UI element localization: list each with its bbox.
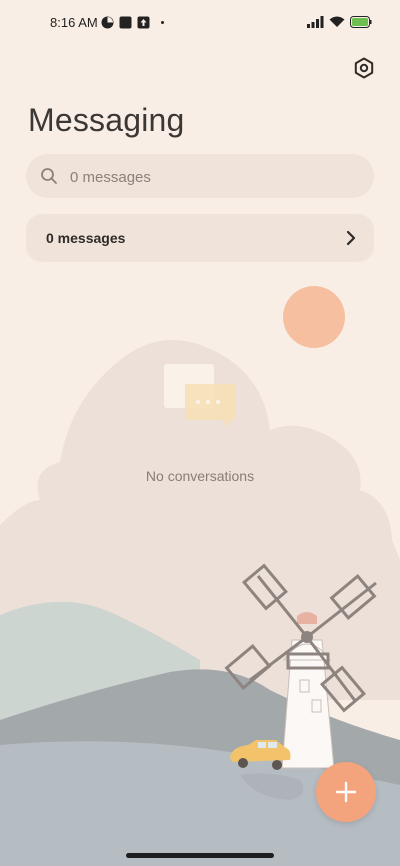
plus-icon [335,781,357,803]
upload-notification-icon [137,16,150,28]
wifi-icon [329,16,345,27]
more-notifications-dot [161,20,164,24]
sun-shape [283,286,345,348]
notification-icons [101,14,164,30]
summary-label: 0 messages [46,230,126,246]
chat-bubbles-icon [164,364,235,428]
battery-icon [350,16,372,28]
search-bar[interactable] [26,154,374,200]
chevron-right-icon [346,230,356,246]
home-indicator[interactable] [126,853,274,858]
gear-icon [354,57,374,79]
app-notification-icon [101,16,114,28]
system-icons [307,14,372,30]
settings-button[interactable] [350,54,378,82]
status-time: 8:16 AM [50,15,98,30]
messages-summary-row[interactable]: 0 messages [26,214,374,262]
empty-state-text: No conversations [145,468,255,484]
square-notification-icon [119,16,132,28]
new-conversation-button[interactable] [316,762,376,822]
search-input[interactable] [68,154,362,200]
status-bar: 8:16 AM [0,0,400,44]
search-icon [41,168,57,184]
signal-icon [307,16,324,28]
page-title: Messaging [28,102,185,138]
